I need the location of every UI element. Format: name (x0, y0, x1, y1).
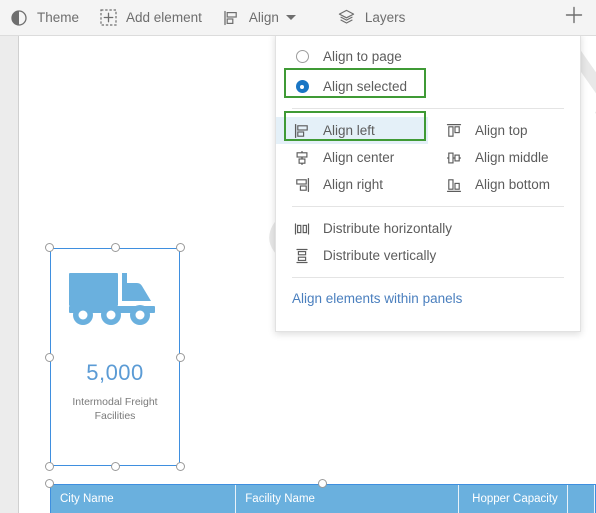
add-element-icon (99, 9, 117, 27)
radio-selected (295, 80, 309, 93)
table-col-city-name[interactable]: City Name (51, 485, 237, 513)
toolbar-item-layers[interactable]: Layers (328, 0, 416, 36)
resize-handle-ne[interactable] (176, 243, 185, 252)
table-col-facility-name[interactable]: Facility Name (235, 485, 460, 513)
table-col-extra[interactable] (567, 485, 596, 513)
table-resize-handle-n[interactable] (318, 479, 327, 488)
resize-handle-nw[interactable] (45, 243, 54, 252)
left-gutter (0, 36, 19, 513)
top-toolbar: Theme Add element Align Layers (0, 0, 596, 36)
radio-icon-align-to-page (292, 47, 312, 67)
menu-label-align-bottom: Align bottom (475, 177, 551, 192)
menu-item-distribute-horizontally[interactable]: Distribute horizontally (276, 215, 580, 242)
align-options-grid: Align left Align center Align right Alig… (276, 117, 580, 198)
align-center-icon (292, 148, 312, 168)
resize-handle-se[interactable] (176, 462, 185, 471)
menu-item-align-to-page[interactable]: Align to page (276, 43, 580, 70)
menu-item-align-top[interactable]: Align top (428, 117, 580, 144)
menu-item-align-left[interactable]: Align left (276, 117, 428, 144)
chevron-down-icon (285, 15, 296, 20)
align-icon (222, 9, 240, 27)
toolbar-item-align[interactable]: Align (212, 0, 306, 36)
resize-handle-s[interactable] (110, 462, 120, 471)
toolbar-item-theme[interactable]: Theme (0, 0, 89, 36)
menu-item-align-middle[interactable]: Align middle (428, 144, 580, 171)
toolbar-label-theme: Theme (37, 10, 80, 25)
menu-label-align-left: Align left (323, 123, 375, 138)
menu-divider-1 (292, 108, 564, 109)
table-resize-handle-nw[interactable] (45, 479, 54, 488)
add-button[interactable] (552, 0, 596, 36)
menu-label-align-top: Align top (475, 123, 528, 138)
menu-label-distribute-horizontally: Distribute horizontally (323, 221, 453, 236)
radio-unselected (295, 50, 309, 63)
align-left-icon (292, 121, 312, 141)
align-middle-icon (444, 148, 464, 168)
menu-label-align-right: Align right (323, 177, 384, 192)
theme-contrast-icon (10, 9, 28, 27)
toolbar-label-add-element: Add element (126, 10, 202, 25)
menu-label-distribute-vertically: Distribute vertically (323, 248, 437, 263)
layers-icon (338, 9, 356, 27)
data-table[interactable]: City Name Facility Name Hopper Capacity … (50, 484, 596, 513)
menu-item-align-center[interactable]: Align center (276, 144, 428, 171)
resize-handle-w[interactable] (45, 352, 54, 362)
menu-label-align-middle: Align middle (475, 150, 549, 165)
menu-item-align-bottom[interactable]: Align bottom (428, 171, 580, 198)
align-dropdown-menu[interactable]: Align to page Align selected Align left (275, 33, 581, 332)
selected-element-table[interactable]: City Name Facility Name Hopper Capacity … (45, 479, 596, 513)
menu-label-align-center: Align center (323, 150, 395, 165)
distribute-vertical-icon (292, 246, 312, 266)
indicator-value: 5,000 (86, 360, 144, 385)
radio-dot (300, 84, 304, 89)
align-top-icon (444, 121, 464, 141)
menu-item-align-right[interactable]: Align right (276, 171, 428, 198)
toolbar-item-add-element[interactable]: Add element (89, 0, 212, 36)
menu-item-align-selected[interactable]: Align selected (276, 73, 580, 100)
indicator-caption: Intermodal Freight Facilities (72, 396, 158, 423)
table-header: City Name Facility Name Hopper Capacity (51, 485, 596, 513)
selected-element-card[interactable]: 5,000 Intermodal Freight Facilities (45, 243, 185, 471)
menu-label-align-to-page: Align to page (323, 49, 402, 64)
plus-icon (564, 5, 584, 30)
menu-item-distribute-vertically[interactable]: Distribute vertically (276, 242, 580, 269)
align-right-icon (292, 175, 312, 195)
align-column-vertical: Align top Align middle Align bottom (428, 117, 580, 198)
indicator-card[interactable]: 5,000 Intermodal Freight Facilities (50, 248, 180, 466)
resize-handle-sw[interactable] (45, 462, 54, 471)
menu-divider-2 (292, 206, 564, 207)
menu-label-align-selected: Align selected (323, 79, 408, 94)
radio-icon-align-selected (292, 77, 312, 97)
align-column-horizontal: Align left Align center Align right (276, 117, 428, 198)
truck-icon (67, 269, 163, 332)
toolbar-label-align: Align (248, 10, 279, 25)
table-header-row: City Name Facility Name Hopper Capacity (51, 485, 596, 513)
table-col-hopper-capacity[interactable]: Hopper Capacity (458, 485, 568, 513)
align-bottom-icon (444, 175, 464, 195)
align-within-panels-link[interactable]: Align elements within panels (276, 286, 580, 310)
resize-handle-n[interactable] (110, 243, 120, 252)
table: City Name Facility Name Hopper Capacity … (51, 485, 596, 513)
resize-handle-e[interactable] (176, 352, 185, 362)
menu-divider-3 (292, 277, 564, 278)
distribute-horizontal-icon (292, 219, 312, 239)
toolbar-label-layers: Layers (364, 10, 406, 25)
